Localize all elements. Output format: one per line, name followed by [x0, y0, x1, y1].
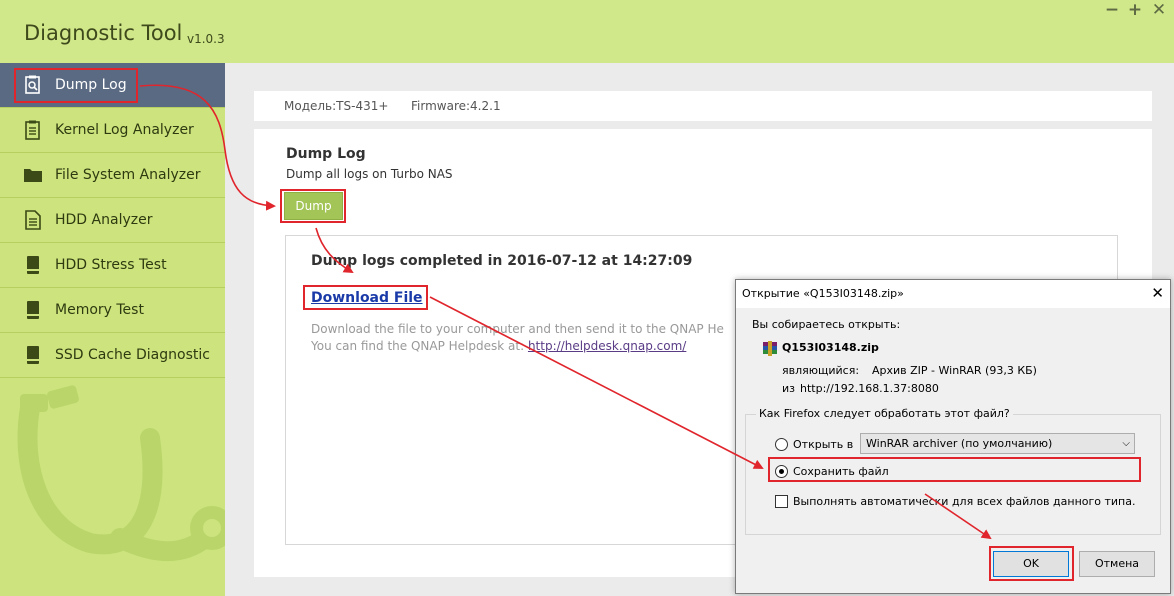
open-with-label: Открыть в	[793, 438, 854, 451]
result-title: Dump logs completed in 2016-07-12 at 14:…	[311, 253, 693, 269]
clipboard-icon	[22, 119, 44, 141]
minimize-icon[interactable]: −	[1103, 0, 1121, 20]
file-source-label: из	[782, 382, 795, 395]
sidebar-item-label: SSD Cache Diagnostic	[55, 347, 210, 363]
hdd-icon	[22, 299, 44, 321]
annotation-box-dump-button	[280, 189, 346, 223]
device-info-bar: Модель:TS-431+ Firmware:4.2.1	[254, 91, 1152, 121]
action-question: Как Firefox следует обработать этот файл…	[756, 407, 1013, 420]
file-type-value: Архив ZIP - WinRAR (93,3 КБ)	[872, 364, 1037, 377]
folder-icon	[22, 164, 44, 186]
sidebar-item-hdd-analyzer[interactable]: HDD Analyzer	[0, 198, 225, 243]
sidebar-item-memory-test[interactable]: Memory Test	[0, 288, 225, 333]
annotation-box-dump-log	[14, 68, 138, 103]
file-type-label: являющийся:	[782, 364, 860, 377]
auto-action-checkbox[interactable]	[775, 495, 788, 508]
sidebar-item-label: Kernel Log Analyzer	[55, 122, 194, 138]
app-titlebar: Diagnostic Tool v1.0.3 − + ✕	[0, 0, 1174, 63]
annotation-box-ok-button	[989, 546, 1074, 581]
dialog-titlebar: Открытие «Q153I03148.zip» ✕	[736, 280, 1170, 308]
helpdesk-text: You can find the QNAP Helpdesk at:	[311, 339, 528, 353]
stethoscope-icon	[17, 385, 225, 562]
result-description: Download the file to your computer and t…	[311, 322, 724, 336]
sidebar-item-label: File System Analyzer	[55, 167, 201, 183]
sidebar-item-label: HDD Analyzer	[55, 212, 153, 228]
dialog-file-name: Q153I03148.zip	[782, 341, 879, 354]
app-version: v1.0.3	[187, 32, 225, 46]
sidebar-item-label: HDD Stress Test	[55, 257, 167, 273]
annotation-box-save-option	[768, 457, 1141, 482]
open-with-select[interactable]: WinRAR archiver (по умолчанию) ⌵	[860, 433, 1135, 454]
sidebar-item-hdd-stress-test[interactable]: HDD Stress Test	[0, 243, 225, 288]
sidebar: Dump Log Kernel Log Analyzer File System…	[0, 63, 225, 596]
sidebar-item-ssd-cache-diagnostic[interactable]: SSD Cache Diagnostic	[0, 333, 225, 378]
dialog-intro: Вы собираетесь открыть:	[752, 318, 901, 331]
dialog-close-icon[interactable]: ✕	[1151, 284, 1164, 302]
open-file-dialog: Открытие «Q153I03148.zip» ✕ Вы собираете…	[735, 279, 1171, 594]
maximize-icon[interactable]: +	[1126, 0, 1144, 20]
file-source-value: http://192.168.1.37:8080	[800, 382, 939, 395]
helpdesk-link[interactable]: http://helpdesk.qnap.com/	[528, 339, 686, 353]
page-subtitle: Dump all logs on Turbo NAS	[286, 167, 453, 181]
chevron-down-icon: ⌵	[1122, 438, 1130, 449]
winrar-archive-icon	[763, 341, 777, 356]
app-title: Diagnostic Tool	[24, 21, 183, 45]
helpdesk-line: You can find the QNAP Helpdesk at: http:…	[311, 339, 686, 353]
firmware-version: Firmware:4.2.1	[411, 99, 501, 113]
hdd-icon	[22, 254, 44, 276]
hdd-icon	[22, 344, 44, 366]
close-icon[interactable]: ✕	[1150, 0, 1168, 20]
cancel-button[interactable]: Отмена	[1079, 551, 1155, 577]
device-model: Модель:TS-431+	[284, 99, 389, 113]
sidebar-item-file-system-analyzer[interactable]: File System Analyzer	[0, 153, 225, 198]
sidebar-item-label: Memory Test	[55, 302, 144, 318]
page-title: Dump Log	[286, 146, 366, 162]
auto-action-label: Выполнять автоматически для всех файлов …	[793, 495, 1136, 508]
annotation-box-download-link	[303, 285, 428, 310]
sidebar-item-kernel-log-analyzer[interactable]: Kernel Log Analyzer	[0, 108, 225, 153]
dialog-title: Открытие «Q153I03148.zip»	[742, 287, 904, 300]
document-icon	[22, 209, 44, 231]
open-with-radio[interactable]	[775, 438, 788, 451]
open-with-value: WinRAR archiver (по умолчанию)	[866, 437, 1053, 450]
